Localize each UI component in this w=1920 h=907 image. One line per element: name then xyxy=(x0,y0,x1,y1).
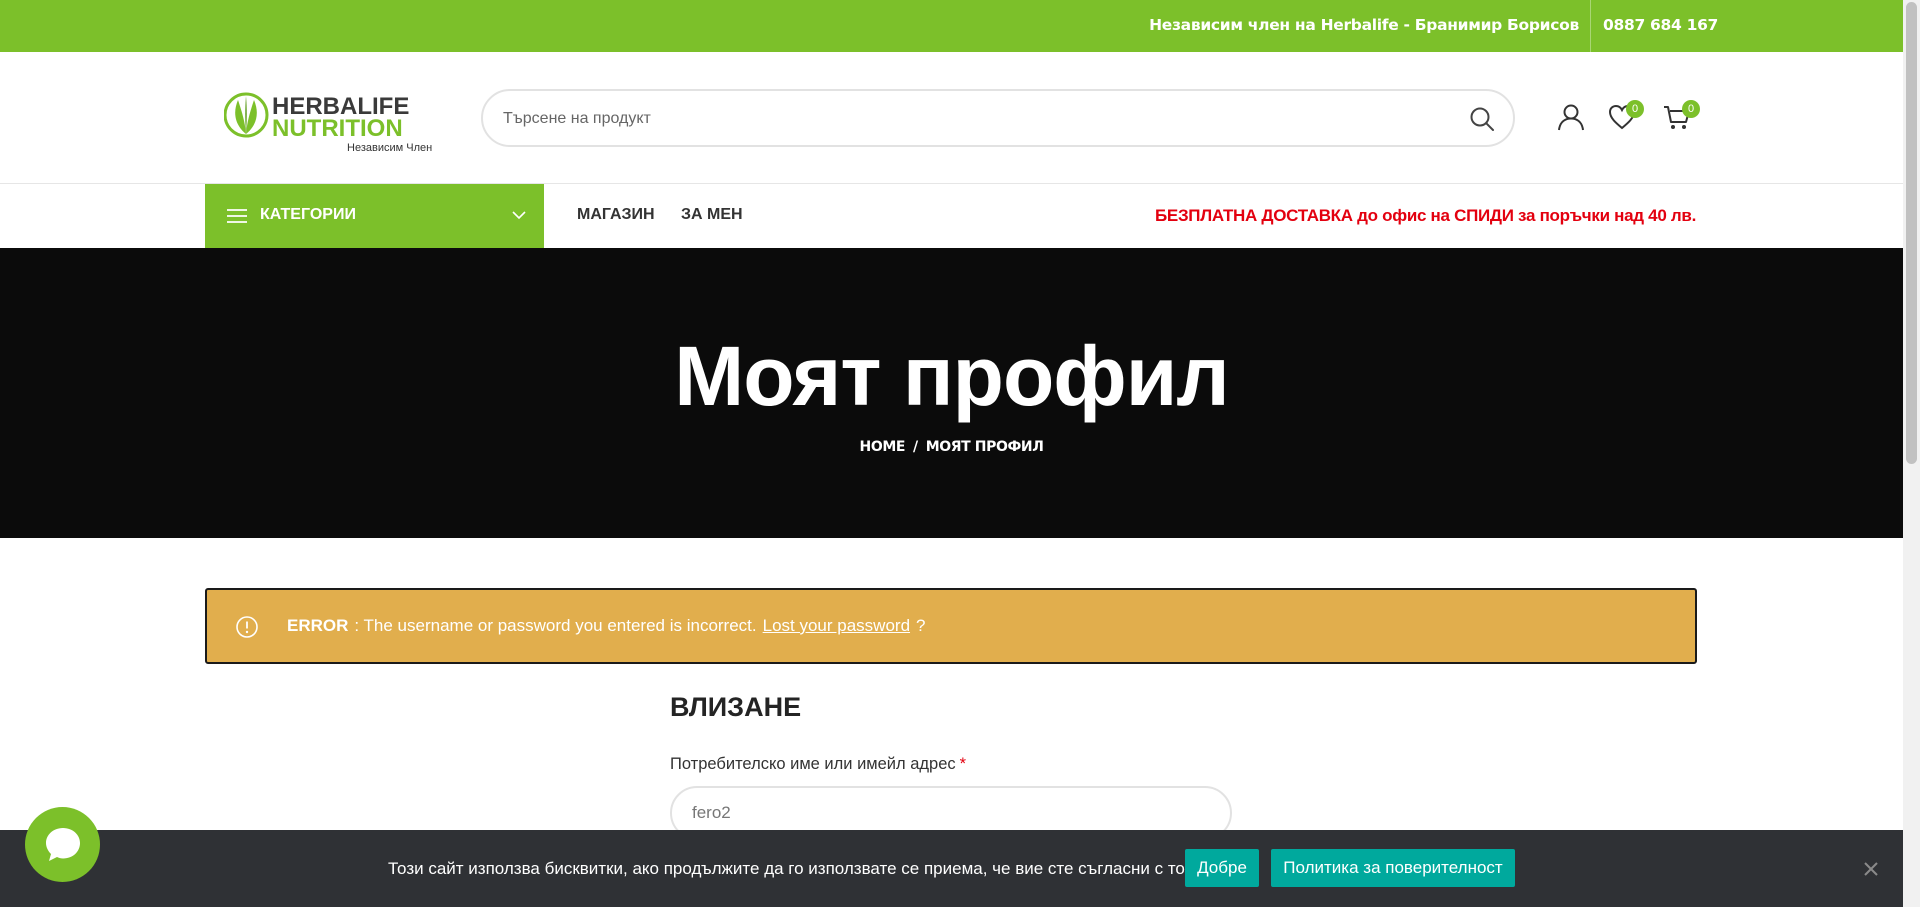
breadcrumb-current: МОЯТ ПРОФИЛ xyxy=(925,439,1044,455)
error-alert: ERROR : The username or password you ente… xyxy=(205,588,1697,664)
site-header: HERBALIFE NUTRITION Независим Член Търсе… xyxy=(0,52,1903,184)
wishlist-count-badge: 0 xyxy=(1626,100,1644,118)
cookie-banner: Този сайт използва бисквитки, ако продъл… xyxy=(0,830,1903,907)
error-text: : The username or password you entered i… xyxy=(354,616,757,635)
page-title: Моят профил xyxy=(674,329,1230,423)
scrollbar-thumb[interactable] xyxy=(1906,2,1917,464)
topbar-divider xyxy=(1590,0,1591,52)
page-scrollbar[interactable] xyxy=(1903,0,1920,907)
error-message: ERROR : The username or password you ente… xyxy=(287,616,926,636)
chat-bubble-icon xyxy=(46,828,80,861)
lost-password-link[interactable]: Lost your password xyxy=(763,616,910,635)
main-nav: КАТЕГОРИИ МАГАЗИН ЗА МЕН БЕЗПЛАТНА ДОСТА… xyxy=(0,184,1903,248)
error-label: ERROR xyxy=(287,616,349,635)
error-suffix: ? xyxy=(916,616,926,635)
logo-tagline: Независим Член xyxy=(347,142,432,154)
cookie-accept-button[interactable]: Добре xyxy=(1185,849,1259,887)
search-icon[interactable] xyxy=(1469,106,1495,132)
login-heading: ВЛИЗАНЕ xyxy=(670,692,802,722)
page-hero: Моят профил HOME / МОЯТ ПРОФИЛ xyxy=(0,248,1903,538)
phone-link[interactable]: 0887 684 167 xyxy=(1603,16,1718,34)
hamburger-icon xyxy=(227,209,247,223)
herbalife-leaf-icon: HERBALIFE NUTRITION Независим Член xyxy=(223,92,432,154)
free-delivery-promo: БЕЗПЛАТНА ДОСТАВКА до офис на СПИДИ за п… xyxy=(1154,206,1696,225)
required-mark: * xyxy=(959,755,967,773)
breadcrumb-separator: / xyxy=(913,439,918,455)
nav-link-shop[interactable]: МАГАЗИН xyxy=(577,206,655,224)
nav-link-about[interactable]: ЗА МЕН xyxy=(681,206,743,224)
categories-label: КАТЕГОРИИ xyxy=(260,206,356,223)
user-icon[interactable] xyxy=(1556,102,1586,132)
username-value[interactable]: fero2 xyxy=(692,803,731,823)
breadcrumb: HOME / МОЯТ ПРОФИЛ xyxy=(0,439,1903,455)
site-logo[interactable]: HERBALIFE NUTRITION Независим Член xyxy=(223,90,436,154)
info-circle-icon xyxy=(236,616,258,638)
categories-menu-button[interactable]: КАТЕГОРИИ xyxy=(205,184,544,248)
search-input[interactable]: Търсене на продукт xyxy=(503,110,651,128)
search-bar[interactable]: Търсене на продукт xyxy=(481,89,1515,147)
username-label: Потребителско име или имейл адрес * xyxy=(670,755,966,774)
logo-line2: NUTRITION xyxy=(272,115,403,142)
username-label-text: Потребителско име или имейл адрес xyxy=(670,755,956,773)
close-icon[interactable] xyxy=(1862,860,1880,878)
privacy-policy-button[interactable]: Политика за поверителност xyxy=(1271,849,1515,887)
member-info: Независим член на Herbalife - Бранимир Б… xyxy=(1149,16,1579,34)
breadcrumb-home[interactable]: HOME xyxy=(860,439,906,455)
cart-count-badge: 0 xyxy=(1682,100,1700,118)
chevron-down-icon xyxy=(512,211,526,220)
chat-button[interactable] xyxy=(25,807,100,882)
cookie-text: Този сайт използва бисквитки, ако продъл… xyxy=(388,859,1208,878)
top-bar: Независим член на Herbalife - Бранимир Б… xyxy=(0,0,1903,52)
